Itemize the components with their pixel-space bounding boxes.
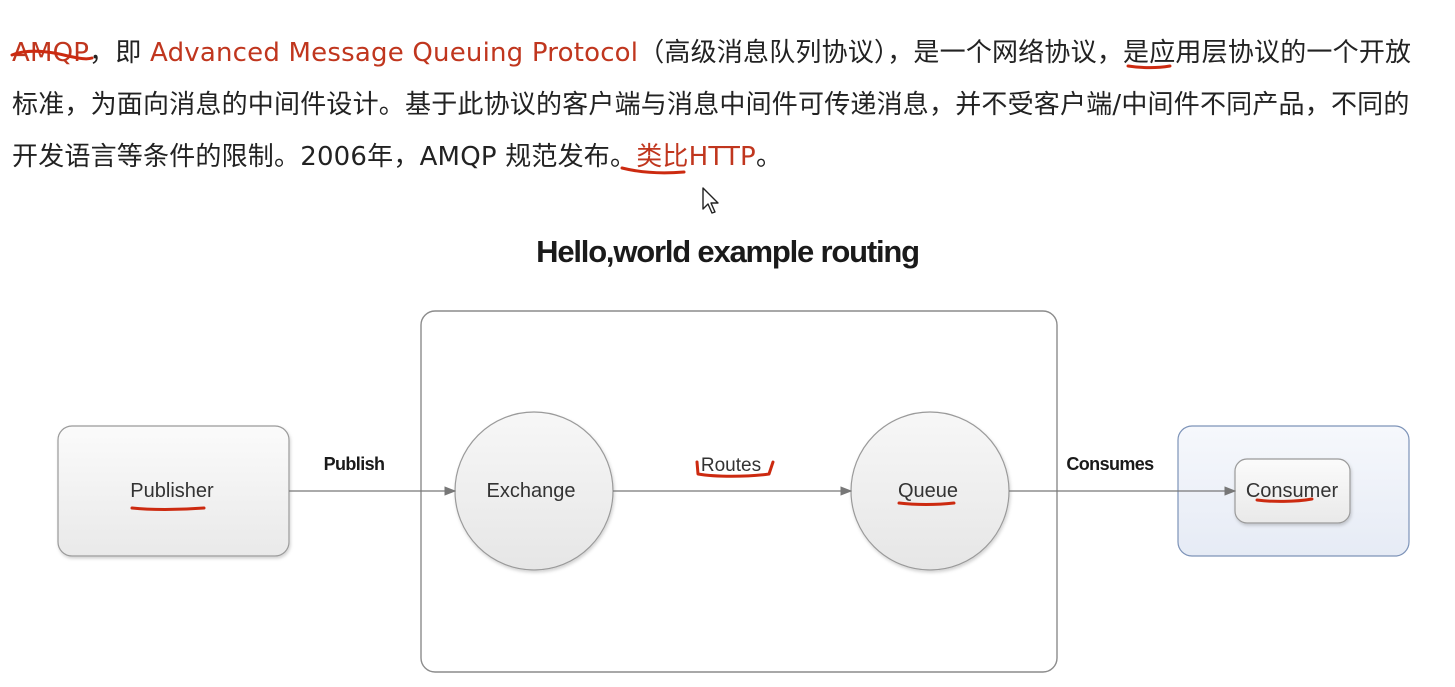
publish-label: Publish: [324, 454, 385, 474]
publisher-node: Publisher: [57, 425, 290, 557]
exchange-node: Exchange: [454, 411, 614, 571]
consumes-label: Consumes: [1066, 454, 1154, 474]
routing-diagram: Publisher Exchange Queue Consumer Publis…: [57, 310, 1410, 673]
consumer-label: Consumer: [1246, 480, 1339, 502]
mouse-pointer-icon: [702, 187, 719, 214]
queue-node: Queue: [850, 411, 1010, 571]
queue-label: Queue: [898, 480, 958, 502]
publisher-label: Publisher: [130, 480, 214, 502]
routes-label: Routes: [701, 455, 761, 476]
exchange-label: Exchange: [487, 480, 576, 502]
consumer-node: Consumer: [1234, 458, 1351, 524]
